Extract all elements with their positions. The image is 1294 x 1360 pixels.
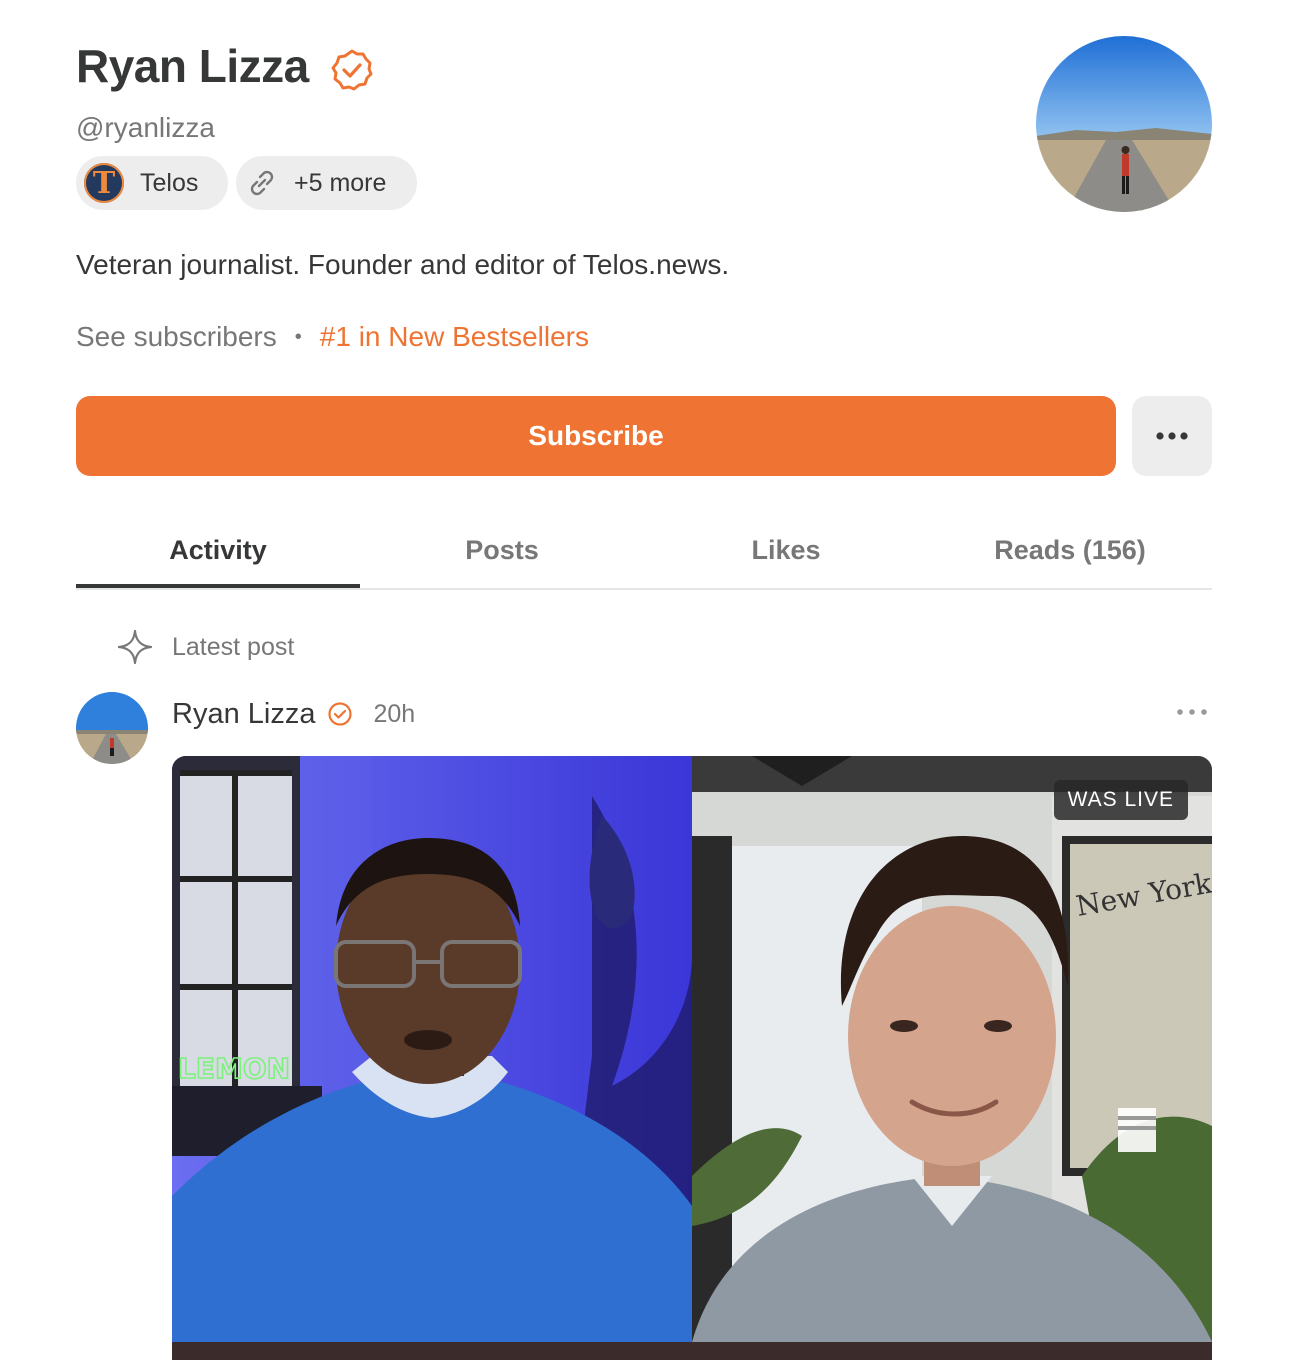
profile-bio: Veteran journalist. Founder and editor o… [76,249,730,280]
bestseller-link[interactable]: #1 in New Bestsellers [320,318,589,356]
tab-activity[interactable]: Activity [76,520,360,588]
post-timestamp: 20h [373,699,416,728]
verified-check-icon [331,49,373,91]
latest-post-header: Latest post [116,628,294,666]
profile-handle: @ryanlizza [76,112,215,143]
post-author-avatar[interactable] [76,692,148,764]
profile-avatar[interactable] [1036,36,1212,212]
profile-meta: See subscribers • #1 in New Bestsellers [76,318,589,356]
subscribe-button[interactable]: Subscribe [76,396,1116,476]
profile-page: Ryan Lizza @ryanlizza T Telos +5 more Ve… [0,0,1294,1360]
meta-separator: • [294,326,302,348]
tab-reads[interactable]: Reads (156) [928,520,1212,586]
see-subscribers-link[interactable]: See subscribers [76,318,277,356]
profile-name: Ryan Lizza [76,40,309,92]
video-right-panel: New York City [692,756,1212,1342]
more-horizontal-icon [1156,432,1188,440]
neon-sign-text: LEMON [178,1052,290,1085]
more-options-button[interactable] [1132,396,1212,476]
tab-likes[interactable]: Likes [644,520,928,586]
sparkle-icon [117,629,153,665]
video-footer-bar [172,1342,1212,1360]
verified-check-icon [328,702,353,726]
post-author-row: Ryan Lizza 20h [172,694,415,734]
post-more-icon[interactable] [1174,700,1210,724]
more-links-label: +5 more [294,168,387,197]
was-live-badge: WAS LIVE [1053,780,1188,820]
profile-tabs: Activity Posts Likes Reads (156) [76,520,1212,590]
tab-posts[interactable]: Posts [360,520,644,586]
more-links-pill[interactable]: +5 more [236,156,417,210]
post-video-thumbnail[interactable]: LEMON New York City [172,756,1212,1360]
latest-post-label: Latest post [172,632,295,661]
telos-logo: T [84,163,124,203]
post-author-name[interactable]: Ryan Lizza [172,698,315,731]
publication-pill-label: Telos [140,168,199,197]
publication-pill[interactable]: T Telos [76,156,228,210]
link-icon [250,170,274,196]
video-left-panel: LEMON [172,756,692,1342]
